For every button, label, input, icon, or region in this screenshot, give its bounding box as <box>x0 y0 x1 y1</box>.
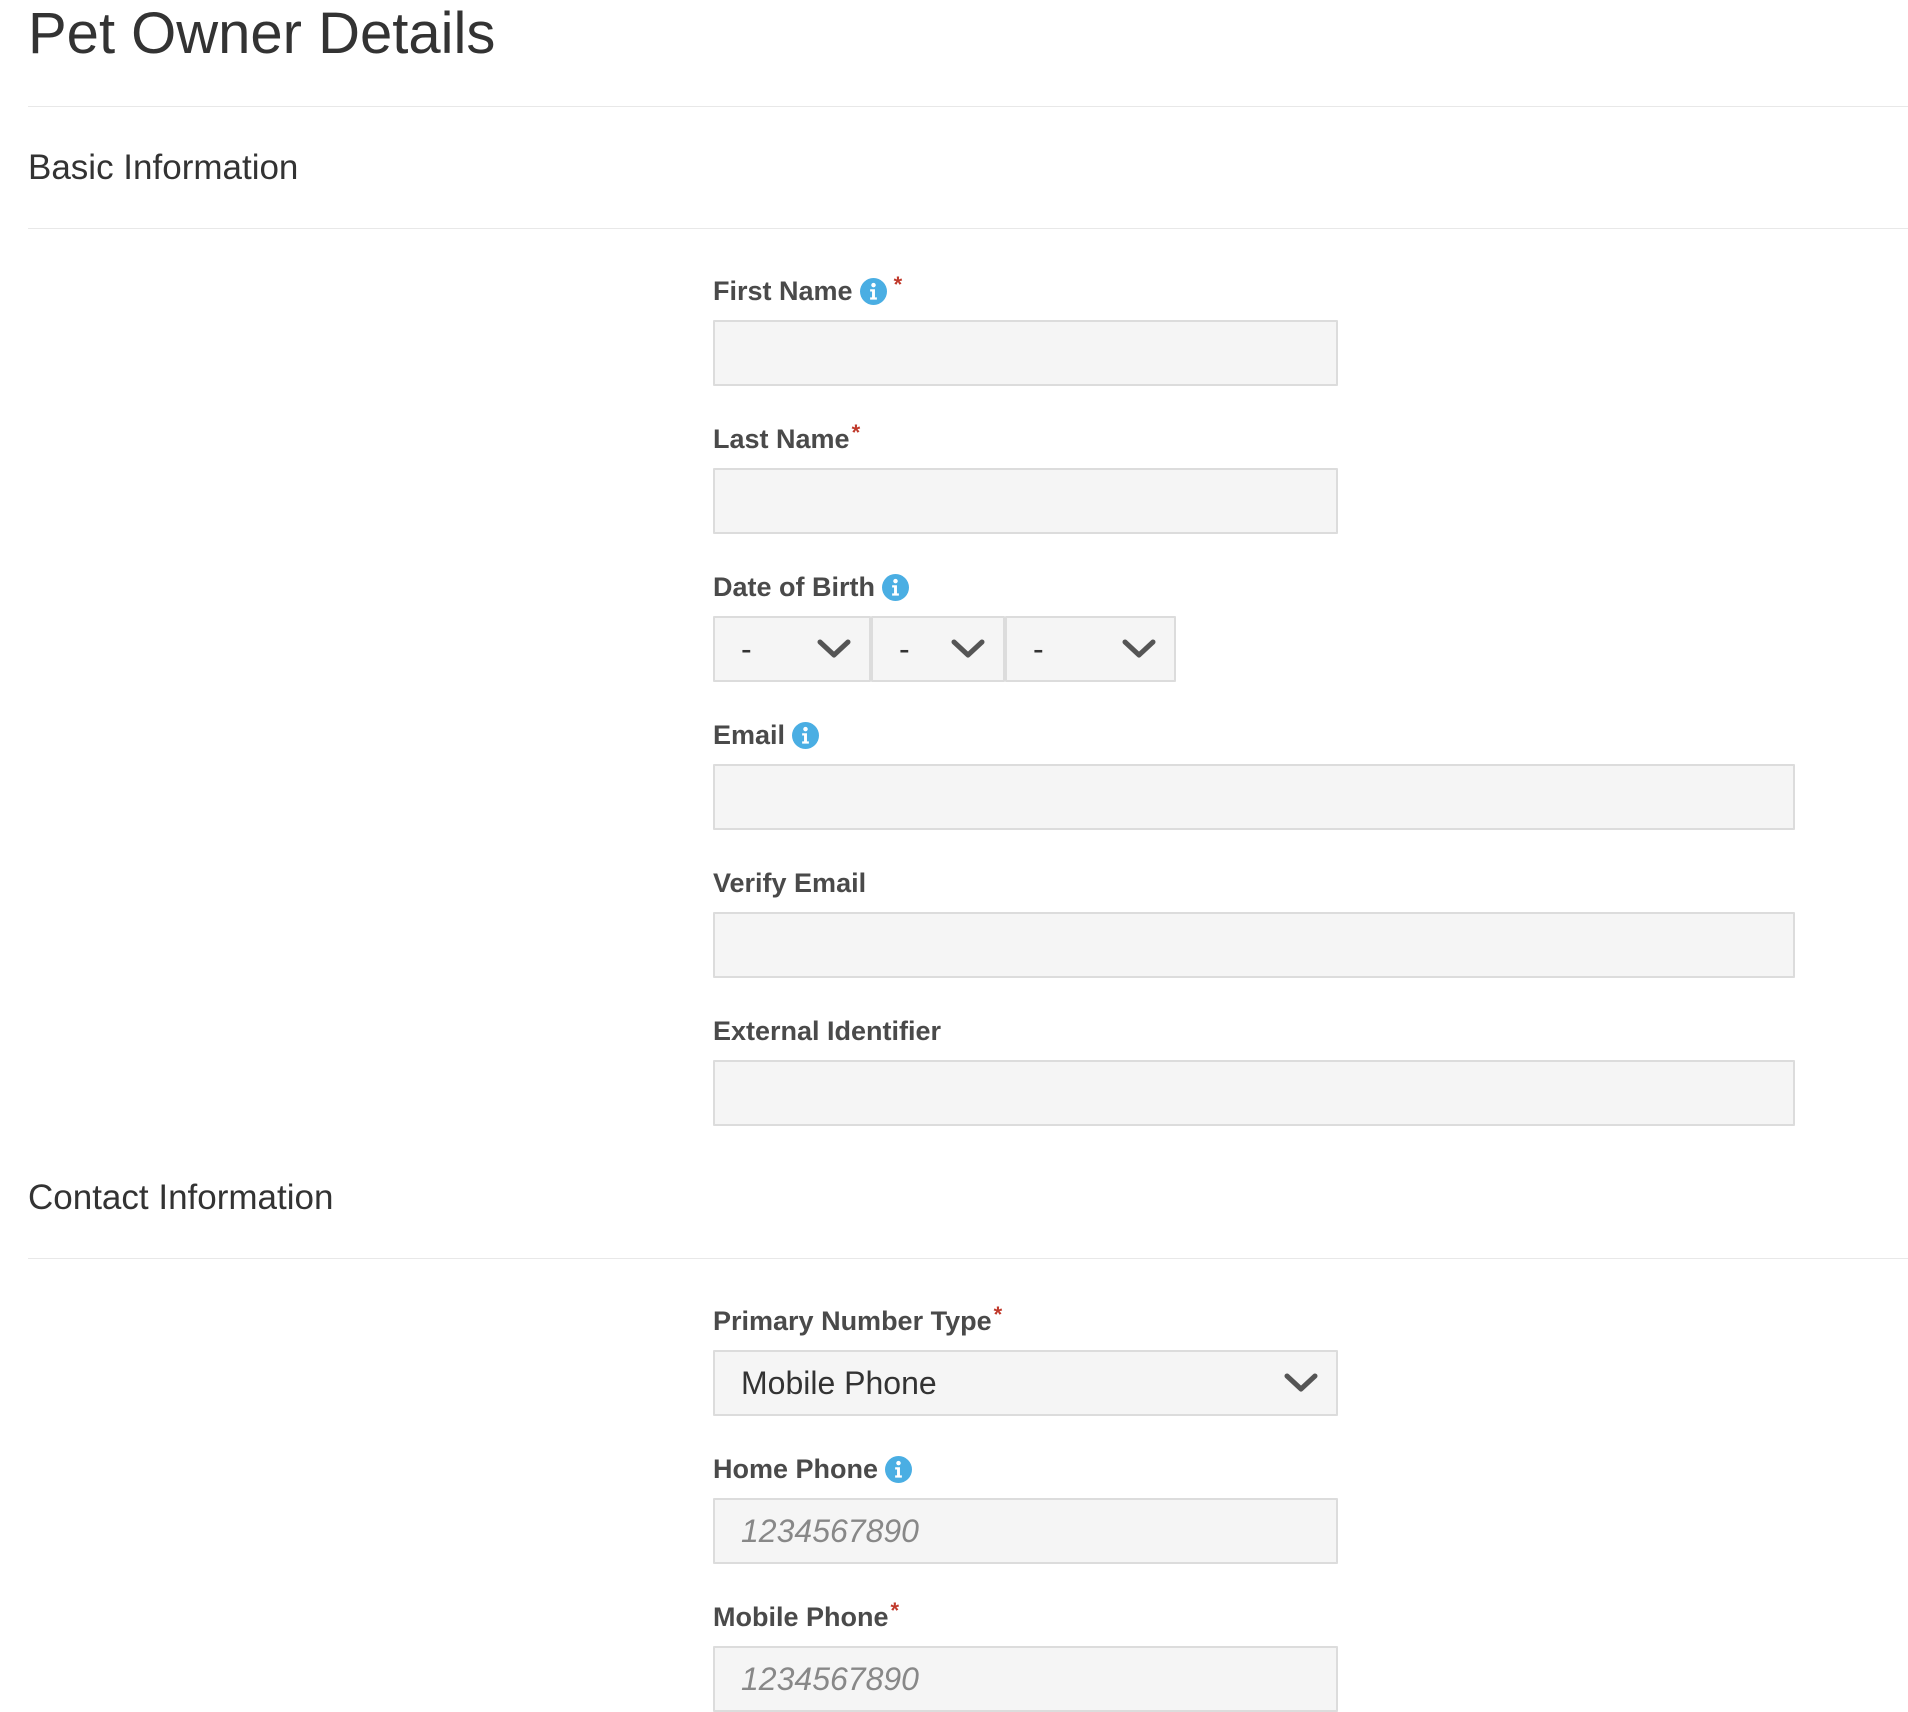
section-title-contact-information: Contact Information <box>28 1178 334 1217</box>
section-title-basic-information: Basic Information <box>28 148 299 187</box>
chevron-down-icon <box>1284 1372 1318 1394</box>
chevron-down-icon <box>817 638 851 660</box>
mobile-phone-input[interactable] <box>713 1646 1338 1712</box>
last-name-label: Last Name * <box>713 422 860 456</box>
dob-month-select[interactable]: - <box>713 616 871 682</box>
mobile-phone-label-text: Mobile Phone <box>713 1602 889 1632</box>
verify-email-label: Verify Email <box>713 866 866 900</box>
first-name-label: First Name * <box>713 274 902 308</box>
email-input[interactable] <box>713 764 1795 830</box>
date-of-birth-label-text: Date of Birth <box>713 572 875 602</box>
required-mark: * <box>851 420 861 445</box>
home-phone-label-text: Home Phone <box>713 1454 879 1484</box>
contact-information-divider <box>28 1258 1908 1259</box>
verify-email-input[interactable] <box>713 912 1795 978</box>
info-icon[interactable] <box>882 573 909 601</box>
primary-number-type-label-text: Primary Number Type <box>713 1306 992 1336</box>
email-label-text: Email <box>713 720 786 750</box>
last-name-input[interactable] <box>713 468 1338 534</box>
page-title: Pet Owner Details <box>28 1 496 66</box>
home-phone-input[interactable] <box>713 1498 1338 1564</box>
dob-year-value: - <box>1033 630 1044 667</box>
verify-email-label-text: Verify Email <box>713 868 867 898</box>
mobile-phone-label: Mobile Phone * <box>713 1600 899 1634</box>
first-name-label-text: First Name <box>713 276 853 306</box>
basic-information-divider <box>28 228 1908 229</box>
info-icon[interactable] <box>885 1455 913 1483</box>
home-phone-label: Home Phone <box>713 1452 913 1486</box>
chevron-down-icon <box>951 638 985 660</box>
dob-day-select[interactable]: - <box>871 616 1005 682</box>
external-identifier-input[interactable] <box>713 1060 1795 1126</box>
dob-year-select[interactable]: - <box>1005 616 1176 682</box>
title-divider <box>28 106 1908 107</box>
info-icon[interactable] <box>859 277 887 305</box>
required-mark: * <box>893 272 903 297</box>
required-mark: * <box>993 1302 1003 1327</box>
info-icon[interactable] <box>792 721 820 749</box>
primary-number-type-value: Mobile Phone <box>741 1364 937 1401</box>
date-of-birth-label: Date of Birth <box>713 570 909 604</box>
email-label: Email <box>713 718 820 752</box>
dob-day-value: - <box>899 630 910 667</box>
external-identifier-label-text: External Identifier <box>713 1016 942 1046</box>
first-name-input[interactable] <box>713 320 1338 386</box>
external-identifier-label: External Identifier <box>713 1014 941 1048</box>
dob-month-value: - <box>741 630 752 667</box>
primary-number-type-select[interactable]: Mobile Phone <box>713 1350 1338 1416</box>
chevron-down-icon <box>1122 638 1156 660</box>
last-name-label-text: Last Name <box>713 424 850 454</box>
required-mark: * <box>890 1598 900 1623</box>
primary-number-type-label: Primary Number Type * <box>713 1304 1002 1338</box>
